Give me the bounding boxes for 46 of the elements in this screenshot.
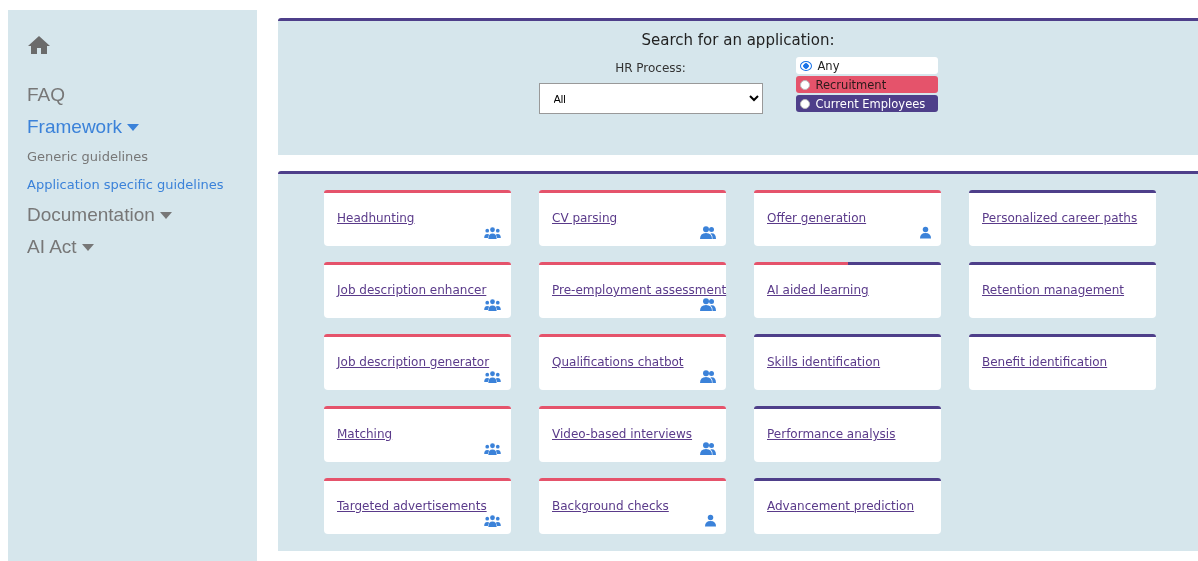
application-link[interactable]: CV parsing <box>552 211 618 225</box>
application-link[interactable]: Matching <box>337 427 393 441</box>
application-link[interactable]: Pre-employment assessment <box>552 283 727 297</box>
people-icon <box>700 370 716 383</box>
hr-process-label: HR Process: <box>615 61 686 75</box>
application-link[interactable]: Background checks <box>552 499 669 513</box>
radio-button[interactable] <box>799 79 810 90</box>
caret-icon[interactable] <box>127 123 139 131</box>
option-label: Recruitment <box>815 77 887 92</box>
group-icon <box>484 227 501 239</box>
application-link[interactable]: Targeted advertisements <box>337 499 487 513</box>
group-icon <box>484 371 501 383</box>
application-link[interactable]: Offer generation <box>767 211 867 225</box>
hr-process-select[interactable]: All <box>538 83 763 114</box>
filter-option[interactable]: Recruitment <box>795 76 938 93</box>
person-icon <box>920 226 931 239</box>
application-link[interactable]: Qualifications chatbot <box>552 355 684 369</box>
application-link[interactable]: Job description enhancer <box>337 283 487 297</box>
group-icon <box>484 299 501 311</box>
application-link[interactable]: Headhunting <box>337 211 415 225</box>
radio-button[interactable] <box>799 60 812 71</box>
group-icon <box>484 515 501 527</box>
nav-sublink[interactable]: Generic guidelines <box>27 143 149 171</box>
application-link[interactable]: Benefit identification <box>982 355 1108 369</box>
search-title: Search for an application: <box>641 31 835 49</box>
home-icon[interactable] <box>27 35 51 55</box>
people-icon <box>700 298 716 311</box>
filter-option[interactable]: Current Employees <box>795 95 938 112</box>
application-link[interactable]: Job description generator <box>337 355 490 369</box>
people-icon <box>700 442 716 455</box>
option-label: Any <box>817 58 840 73</box>
group-icon <box>484 443 501 455</box>
person-icon <box>705 514 716 527</box>
application-link[interactable]: Personalized career paths <box>982 211 1138 225</box>
application-link[interactable]: Video-based interviews <box>552 427 693 441</box>
option-label: Current Employees <box>815 96 926 111</box>
caret-icon[interactable] <box>81 243 94 251</box>
caret-icon[interactable] <box>159 211 172 219</box>
radio-button[interactable] <box>799 98 810 109</box>
application-link[interactable]: Performance analysis <box>767 427 896 441</box>
application-link[interactable]: Retention management <box>982 283 1125 297</box>
people-icon <box>700 226 716 239</box>
application-link[interactable]: AI aided learning <box>767 283 869 297</box>
filter-option[interactable]: Any <box>795 57 938 74</box>
application-link[interactable]: Advancement prediction <box>767 499 915 513</box>
application-link[interactable]: Skills identification <box>767 355 881 369</box>
